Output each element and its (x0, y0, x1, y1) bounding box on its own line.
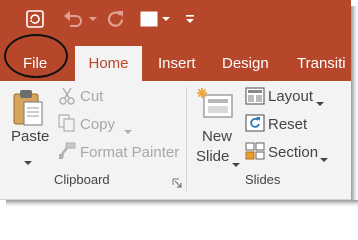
refresh-icon[interactable] (22, 7, 48, 31)
repeat-icon (104, 7, 128, 31)
paste-dropdown-arrow-icon[interactable] (24, 153, 32, 171)
layout-icon[interactable] (245, 87, 265, 110)
file-tab-annotation-circle (4, 34, 68, 78)
undo-icon (60, 7, 86, 31)
ribbon-home: Paste Cut Copy Format Painter Clipboard … (0, 81, 351, 200)
copy-button: Copy (80, 116, 116, 133)
blank-slide-icon[interactable] (138, 7, 160, 31)
slides-group-label: Slides (245, 172, 281, 187)
layout-button[interactable]: Layout (268, 88, 313, 105)
format-painter-button: Format Painter (80, 144, 180, 161)
tab-transitions[interactable]: Transiti (297, 46, 346, 81)
scissors-icon (58, 87, 76, 110)
title-bar (0, 0, 351, 38)
reset-icon[interactable] (245, 114, 265, 137)
new-slide-label-line1[interactable]: New (202, 128, 232, 145)
new-slide-icon[interactable] (196, 87, 236, 121)
cut-button: Cut (80, 88, 104, 105)
tab-insert[interactable]: Insert (158, 46, 196, 81)
section-dropdown-arrow-icon[interactable] (320, 150, 328, 168)
undo-dropdown-arrow-icon (88, 7, 98, 31)
copy-icon (58, 114, 76, 137)
reset-button[interactable]: Reset (268, 116, 307, 133)
paste-icon[interactable] (10, 87, 44, 127)
group-separator (186, 87, 187, 191)
window-shadow-right (351, 6, 358, 207)
new-slide-dropdown-arrow-icon[interactable] (232, 155, 240, 173)
copy-dropdown-arrow-icon (124, 122, 132, 140)
section-button[interactable]: Section (268, 144, 318, 161)
tab-home[interactable]: Home (75, 46, 142, 81)
layout-dropdown-arrow-icon[interactable] (316, 94, 324, 112)
section-icon[interactable] (245, 142, 265, 165)
clipboard-group-label: Clipboard (54, 172, 110, 187)
window-shadow-bottom (6, 200, 358, 207)
blank-slide-dropdown-arrow-icon[interactable] (161, 7, 171, 31)
dialog-launcher-icon[interactable] (172, 175, 182, 193)
tab-design[interactable]: Design (222, 46, 269, 81)
customize-arrow-icon[interactable] (184, 7, 196, 31)
paste-label[interactable]: Paste (11, 128, 49, 145)
powerpoint-window: File Home Insert Design Transiti Paste C… (0, 0, 351, 200)
format-painter-icon (58, 142, 76, 165)
new-slide-label-line2[interactable]: Slide (196, 148, 229, 165)
